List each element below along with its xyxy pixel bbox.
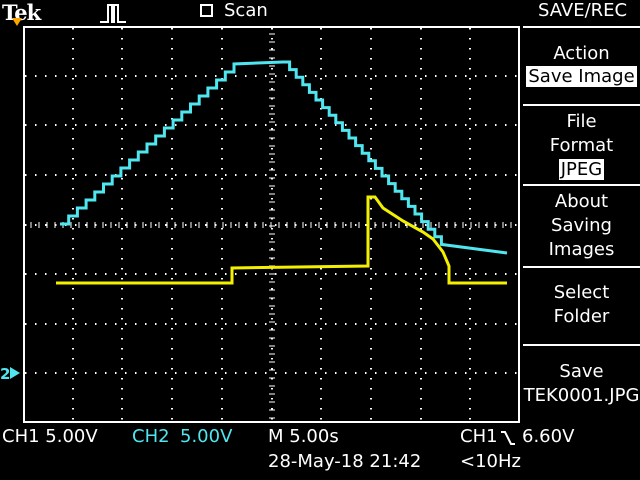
trigger-position-marker-icon — [12, 18, 22, 26]
ch2-scale: 5.00V — [180, 426, 233, 447]
about-label-3: Images — [548, 239, 615, 260]
save-filename: TEK0001.JPG — [523, 385, 640, 406]
trigger-source: CH1 — [460, 426, 498, 447]
ground-arrow-icon — [10, 367, 20, 379]
menu-title: SAVE/REC — [538, 0, 628, 21]
ch1-scale: CH1 5.00V — [2, 426, 98, 447]
falling-edge-icon — [501, 431, 515, 445]
menu-separator — [523, 266, 640, 268]
timebase: M 5.00s — [268, 426, 339, 447]
action-title: Action — [553, 43, 610, 64]
ch2-label: CH2 — [132, 426, 170, 447]
trigger-level: 6.60V — [522, 426, 575, 447]
menu-separator — [523, 26, 640, 28]
select-label-1: Select — [553, 282, 610, 303]
file-format-label-2: Format — [549, 135, 614, 156]
action-button[interactable]: Save Image — [523, 65, 640, 89]
menu-separator — [523, 184, 640, 186]
side-menu: Action Save Image File Format JPEG About… — [523, 26, 640, 423]
pulse-trigger-icon — [100, 4, 126, 23]
datetime: 28-May-18 21:42 — [268, 451, 422, 472]
waveform-display — [23, 26, 520, 423]
ch2-ground-marker-label: 2 — [0, 365, 11, 383]
file-format-value: JPEG — [558, 159, 605, 180]
menu-separator — [523, 344, 640, 346]
scan-checkbox-icon — [200, 4, 213, 17]
acquisition-mode: Scan — [224, 0, 268, 21]
ch2-ground-marker: 2 — [0, 364, 22, 383]
about-label-2: Saving — [551, 215, 612, 236]
select-label-2: Folder — [553, 306, 610, 327]
save-label: Save — [559, 361, 604, 382]
ch2-trace — [56, 195, 507, 285]
file-format-button[interactable]: JPEG — [523, 158, 640, 182]
action-value: Save Image — [526, 66, 637, 87]
about-label-1: About — [554, 191, 609, 212]
menu-separator — [523, 104, 640, 106]
trigger-frequency: <10Hz — [460, 451, 521, 472]
file-format-label-1: File — [566, 111, 597, 132]
